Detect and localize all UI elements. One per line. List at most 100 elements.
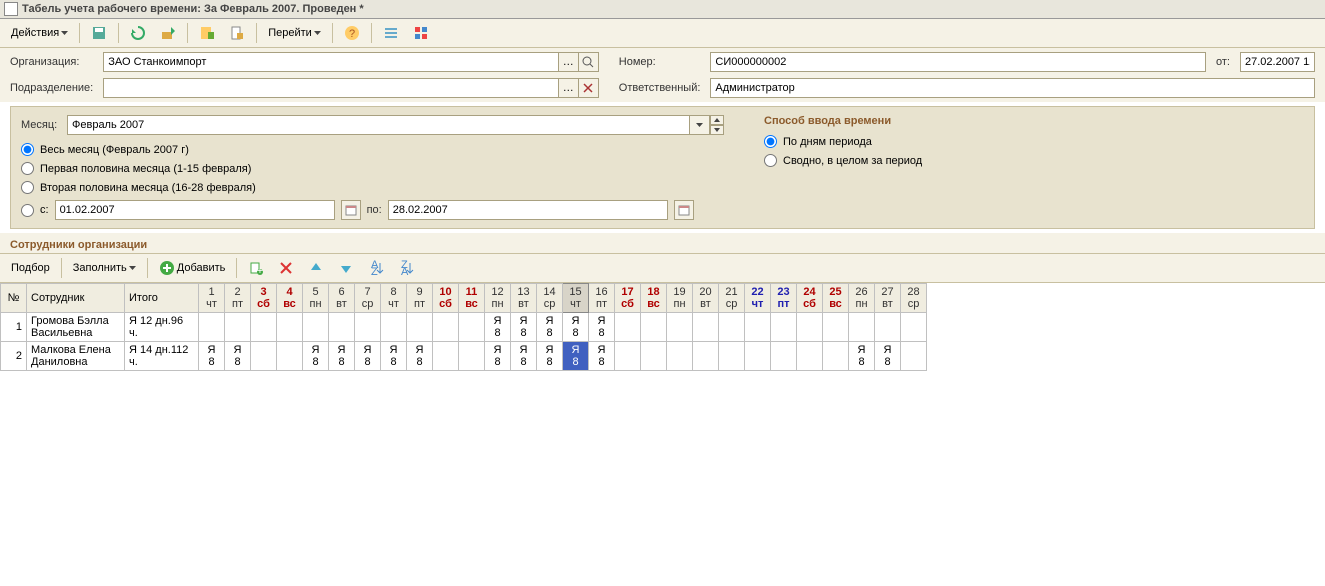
number-input[interactable] bbox=[710, 52, 1206, 72]
resp-input[interactable] bbox=[710, 78, 1315, 98]
month-up-button[interactable] bbox=[710, 115, 724, 125]
day-cell[interactable] bbox=[823, 342, 849, 371]
day-cell[interactable]: Я 8 bbox=[303, 342, 329, 371]
day-cell[interactable] bbox=[641, 342, 667, 371]
day-cell[interactable] bbox=[823, 313, 849, 342]
move-up-button[interactable] bbox=[303, 257, 329, 279]
day-header[interactable]: 23пт bbox=[771, 284, 797, 313]
actions-menu[interactable]: Действия bbox=[6, 24, 73, 42]
day-cell[interactable] bbox=[407, 313, 433, 342]
day-header[interactable]: 12пн bbox=[485, 284, 511, 313]
delete-button[interactable] bbox=[273, 257, 299, 279]
form-settings-button[interactable] bbox=[378, 22, 404, 44]
day-cell[interactable]: Я 8 bbox=[225, 342, 251, 371]
move-down-button[interactable] bbox=[333, 257, 359, 279]
day-cell[interactable] bbox=[901, 313, 927, 342]
day-header[interactable]: 25вс bbox=[823, 284, 849, 313]
day-header[interactable]: 4вс bbox=[277, 284, 303, 313]
day-cell[interactable]: Я 8 bbox=[485, 342, 511, 371]
column-header[interactable]: № bbox=[1, 284, 27, 313]
day-header[interactable]: 3сб bbox=[251, 284, 277, 313]
day-cell[interactable]: Я 8 bbox=[511, 313, 537, 342]
day-header[interactable]: 17сб bbox=[615, 284, 641, 313]
column-header[interactable]: Сотрудник bbox=[27, 284, 125, 313]
day-cell[interactable] bbox=[355, 313, 381, 342]
day-cell[interactable]: Я 8 bbox=[589, 313, 615, 342]
day-cell[interactable]: Я 8 bbox=[875, 342, 901, 371]
add-button[interactable]: Добавить bbox=[154, 257, 231, 279]
day-header[interactable]: 14ср bbox=[537, 284, 563, 313]
day-cell[interactable] bbox=[693, 342, 719, 371]
day-cell[interactable] bbox=[251, 342, 277, 371]
day-header[interactable]: 5пн bbox=[303, 284, 329, 313]
opt-second-half[interactable]: Вторая половина месяца (16-28 февраля) bbox=[21, 181, 724, 194]
day-cell[interactable]: Я 8 bbox=[511, 342, 537, 371]
opt-range[interactable]: с: bbox=[21, 204, 49, 217]
column-header[interactable]: Итого bbox=[125, 284, 199, 313]
table-row[interactable]: 2Малкова Елена ДаниловнаЯ 14 дн.112 ч.Я … bbox=[1, 342, 927, 371]
day-cell[interactable] bbox=[875, 313, 901, 342]
day-header[interactable]: 27вт bbox=[875, 284, 901, 313]
opt-full-radio[interactable] bbox=[21, 143, 34, 156]
go-menu[interactable]: Перейти bbox=[263, 24, 326, 42]
day-cell[interactable] bbox=[303, 313, 329, 342]
day-cell[interactable] bbox=[225, 313, 251, 342]
settings-button[interactable] bbox=[408, 22, 434, 44]
month-down-button[interactable] bbox=[710, 125, 724, 135]
org-choose-button[interactable]: … bbox=[559, 52, 579, 72]
post-button[interactable] bbox=[155, 22, 181, 44]
dept-clear-button[interactable] bbox=[579, 78, 599, 98]
day-cell[interactable]: Я 8 bbox=[407, 342, 433, 371]
day-header[interactable]: 7ср bbox=[355, 284, 381, 313]
opt-full-month[interactable]: Весь месяц (Февраль 2007 г) bbox=[21, 143, 724, 156]
day-cell[interactable] bbox=[459, 313, 485, 342]
day-cell[interactable]: Я 8 bbox=[537, 342, 563, 371]
day-cell[interactable] bbox=[433, 342, 459, 371]
day-cell[interactable] bbox=[797, 342, 823, 371]
table-row[interactable]: 1Громова Бэлла ВасильевнаЯ 12 дн.96 ч.Я … bbox=[1, 313, 927, 342]
day-cell[interactable] bbox=[745, 313, 771, 342]
day-cell[interactable] bbox=[797, 313, 823, 342]
day-header[interactable]: 11вс bbox=[459, 284, 485, 313]
day-cell[interactable]: Я 8 bbox=[849, 342, 875, 371]
org-search-button[interactable] bbox=[579, 52, 599, 72]
refresh-button[interactable] bbox=[125, 22, 151, 44]
day-cell[interactable] bbox=[719, 342, 745, 371]
day-header[interactable]: 28ср bbox=[901, 284, 927, 313]
month-input[interactable] bbox=[67, 115, 690, 135]
range-to-input[interactable] bbox=[388, 200, 668, 220]
day-header[interactable]: 15чт bbox=[563, 284, 589, 313]
day-header[interactable]: 2пт bbox=[225, 284, 251, 313]
day-cell[interactable] bbox=[901, 342, 927, 371]
day-cell[interactable] bbox=[771, 313, 797, 342]
day-header[interactable]: 1чт bbox=[199, 284, 225, 313]
employee-name[interactable]: Малкова Елена Даниловна bbox=[27, 342, 125, 371]
day-header[interactable]: 22чт bbox=[745, 284, 771, 313]
sort-desc-button[interactable]: ZA bbox=[393, 257, 419, 279]
day-header[interactable]: 16пт bbox=[589, 284, 615, 313]
day-cell[interactable] bbox=[329, 313, 355, 342]
day-cell[interactable]: Я 8 bbox=[329, 342, 355, 371]
day-cell[interactable] bbox=[849, 313, 875, 342]
day-cell[interactable]: Я 8 bbox=[485, 313, 511, 342]
day-cell[interactable] bbox=[719, 313, 745, 342]
employees-grid[interactable]: №СотрудникИтого1чт2пт3сб4вс5пн6вт7ср8чт9… bbox=[0, 283, 927, 371]
report-button[interactable] bbox=[224, 22, 250, 44]
day-cell[interactable]: Я 8 bbox=[355, 342, 381, 371]
day-cell[interactable] bbox=[615, 342, 641, 371]
opt-first-radio[interactable] bbox=[21, 162, 34, 175]
day-cell[interactable]: Я 8 bbox=[563, 313, 589, 342]
day-cell[interactable]: Я 8 bbox=[537, 313, 563, 342]
day-header[interactable]: 8чт bbox=[381, 284, 407, 313]
day-header[interactable]: 24сб bbox=[797, 284, 823, 313]
fill-button[interactable]: Заполнить bbox=[68, 259, 141, 277]
range-from-input[interactable] bbox=[55, 200, 335, 220]
mode-by-days[interactable]: По дням периода bbox=[764, 135, 1304, 148]
day-cell[interactable] bbox=[199, 313, 225, 342]
save-button[interactable] bbox=[86, 22, 112, 44]
day-cell[interactable] bbox=[667, 313, 693, 342]
selection-button[interactable]: Подбор bbox=[6, 259, 55, 277]
copy-button[interactable]: + bbox=[243, 257, 269, 279]
day-cell[interactable] bbox=[277, 313, 303, 342]
day-header[interactable]: 13вт bbox=[511, 284, 537, 313]
